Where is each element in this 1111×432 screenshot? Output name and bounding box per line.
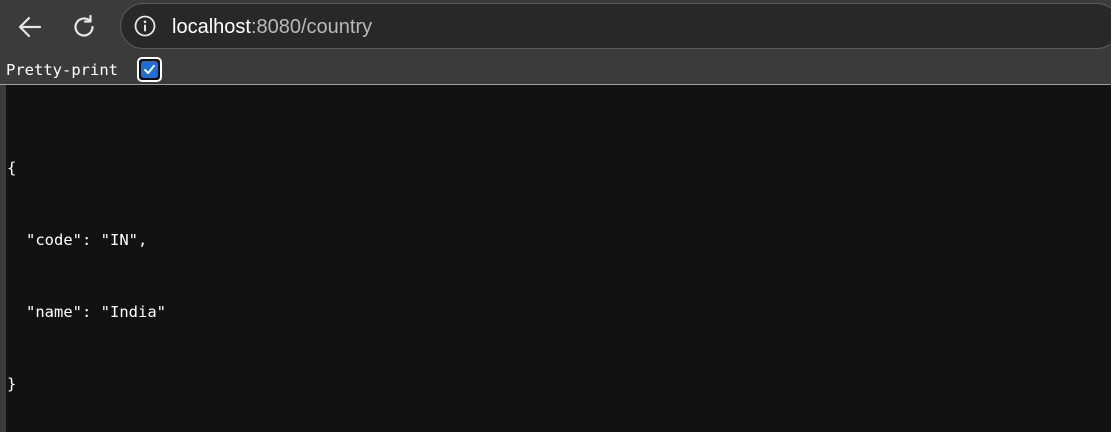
back-button[interactable] xyxy=(10,7,50,47)
browser-toolbar: localhost:8080/country xyxy=(0,0,1111,54)
reload-icon xyxy=(74,14,94,37)
address-bar[interactable]: localhost:8080/country xyxy=(120,3,1111,49)
json-line-code: "code": "IN", xyxy=(26,231,148,249)
arrow-left-icon xyxy=(18,16,42,38)
json-content: { "code": "IN", "name": "India" } xyxy=(7,108,166,420)
reload-button[interactable] xyxy=(64,7,104,47)
url-path: :8080/country xyxy=(250,16,373,38)
url-host: localhost xyxy=(172,16,251,38)
pretty-print-checkbox[interactable] xyxy=(137,57,162,82)
json-close-brace: } xyxy=(7,375,17,393)
checkbox-fill xyxy=(141,61,158,78)
pretty-print-bar: Pretty-print xyxy=(0,54,1111,85)
url-text[interactable]: localhost:8080/country xyxy=(172,16,372,38)
left-edge-strip xyxy=(0,54,6,432)
json-line-name: "name": "India" xyxy=(26,303,166,321)
checkmark-icon xyxy=(144,64,155,74)
json-open-brace: { xyxy=(7,159,17,177)
info-circle-icon[interactable] xyxy=(133,14,157,38)
pretty-print-label: Pretty-print xyxy=(6,61,118,79)
